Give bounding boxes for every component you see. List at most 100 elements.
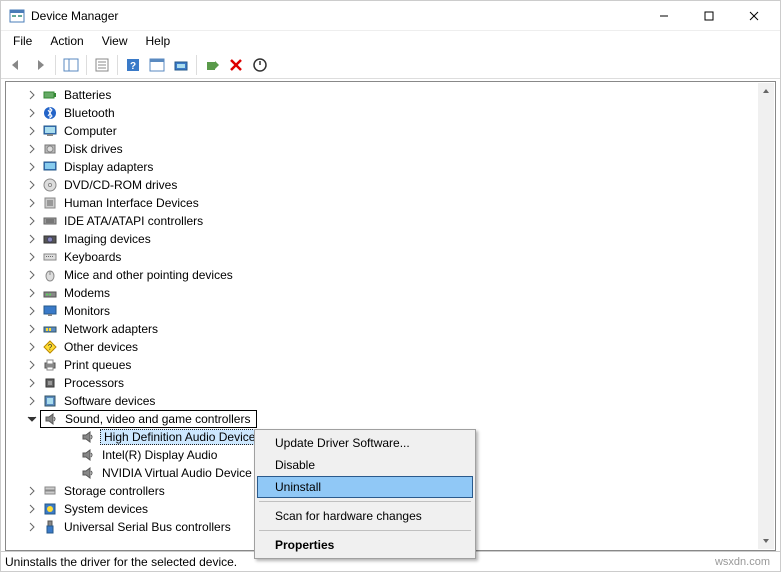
chevron-right-icon[interactable] xyxy=(26,251,38,263)
scan-hardware-button[interactable] xyxy=(170,54,192,76)
chevron-right-icon[interactable] xyxy=(26,125,38,137)
tree-item-label: Other devices xyxy=(62,340,140,354)
properties-button[interactable] xyxy=(91,54,113,76)
tree-item[interactable]: Network adapters xyxy=(6,320,775,338)
chevron-right-icon[interactable] xyxy=(26,377,38,389)
toolbar-separator xyxy=(117,55,118,75)
scrollbar[interactable] xyxy=(758,83,774,549)
tree-item[interactable]: Modems xyxy=(6,284,775,302)
close-button[interactable] xyxy=(731,2,776,30)
hid-icon xyxy=(42,195,58,211)
menu-action[interactable]: Action xyxy=(42,32,91,50)
update-driver-button[interactable] xyxy=(201,54,223,76)
chevron-right-icon[interactable] xyxy=(26,89,38,101)
tree-item[interactable]: IDE ATA/ATAPI controllers xyxy=(6,212,775,230)
scroll-down-button[interactable] xyxy=(758,533,774,549)
tree-item-label: Processors xyxy=(62,376,126,390)
tree-item-label: System devices xyxy=(62,502,150,516)
chevron-right-icon[interactable] xyxy=(26,395,38,407)
expand-placeholder xyxy=(64,449,76,461)
minimize-button[interactable] xyxy=(641,2,686,30)
menu-file[interactable]: File xyxy=(5,32,40,50)
chevron-right-icon[interactable] xyxy=(26,269,38,281)
tree-item-label: Keyboards xyxy=(62,250,123,264)
toolbar-separator xyxy=(86,55,87,75)
cm-uninstall[interactable]: Uninstall xyxy=(257,476,473,498)
cm-disable[interactable]: Disable xyxy=(257,454,473,476)
chevron-right-icon[interactable] xyxy=(26,359,38,371)
tree-item[interactable]: Software devices xyxy=(6,392,775,410)
chevron-right-icon[interactable] xyxy=(26,341,38,353)
mouse-icon xyxy=(42,267,58,283)
tree-item[interactable]: DVD/CD-ROM drives xyxy=(6,176,775,194)
action-toolbar-button[interactable] xyxy=(146,54,168,76)
chevron-right-icon[interactable] xyxy=(26,521,38,533)
scroll-up-button[interactable] xyxy=(758,83,774,99)
maximize-button[interactable] xyxy=(686,2,731,30)
tree-item-label: Display adapters xyxy=(62,160,155,174)
tree-item-label: Modems xyxy=(62,286,112,300)
scroll-thumb[interactable] xyxy=(758,99,774,533)
svg-text:?: ? xyxy=(48,343,53,352)
chevron-right-icon[interactable] xyxy=(26,485,38,497)
menubar: File Action View Help xyxy=(1,31,780,51)
chevron-right-icon[interactable] xyxy=(26,143,38,155)
tree-item-label: Human Interface Devices xyxy=(62,196,201,210)
cm-scan-hardware[interactable]: Scan for hardware changes xyxy=(257,505,473,527)
tree-item-label: Sound, video and game controllers xyxy=(63,412,252,426)
tree-item[interactable]: Display adapters xyxy=(6,158,775,176)
cpu-icon xyxy=(42,375,58,391)
chevron-right-icon[interactable] xyxy=(26,305,38,317)
menu-help[interactable]: Help xyxy=(138,32,179,50)
tree-item[interactable]: Batteries xyxy=(6,86,775,104)
toolbar-separator xyxy=(55,55,56,75)
back-button[interactable] xyxy=(5,54,27,76)
computer-icon xyxy=(42,123,58,139)
forward-button[interactable] xyxy=(29,54,51,76)
cm-properties[interactable]: Properties xyxy=(257,534,473,556)
tree-item-label: Print queues xyxy=(62,358,133,372)
tree-item[interactable]: Print queues xyxy=(6,356,775,374)
other-icon: ? xyxy=(42,339,58,355)
sound-icon xyxy=(43,411,59,427)
toolbar: ? xyxy=(1,51,780,79)
uninstall-button-toolbar[interactable] xyxy=(225,54,247,76)
print-icon xyxy=(42,357,58,373)
chevron-right-icon[interactable] xyxy=(26,107,38,119)
menu-view[interactable]: View xyxy=(94,32,136,50)
system-icon xyxy=(42,501,58,517)
software-icon xyxy=(42,393,58,409)
tree-item[interactable]: Monitors xyxy=(6,302,775,320)
tree-item[interactable]: Mice and other pointing devices xyxy=(6,266,775,284)
context-menu: Update Driver Software... Disable Uninst… xyxy=(254,429,476,559)
chevron-right-icon[interactable] xyxy=(26,179,38,191)
tree-item[interactable]: Human Interface Devices xyxy=(6,194,775,212)
tree-item[interactable]: Bluetooth xyxy=(6,104,775,122)
tree-item[interactable]: Imaging devices xyxy=(6,230,775,248)
tree-item[interactable]: ? Other devices xyxy=(6,338,775,356)
tree-item[interactable]: Disk drives xyxy=(6,140,775,158)
chevron-right-icon[interactable] xyxy=(26,287,38,299)
tree-item-label: Monitors xyxy=(62,304,112,318)
show-hide-tree-button[interactable] xyxy=(60,54,82,76)
chevron-right-icon[interactable] xyxy=(26,215,38,227)
chevron-down-icon[interactable] xyxy=(26,413,38,425)
tree-item-label: Mice and other pointing devices xyxy=(62,268,235,282)
chevron-right-icon[interactable] xyxy=(26,197,38,209)
help-button[interactable]: ? xyxy=(122,54,144,76)
chevron-right-icon[interactable] xyxy=(26,233,38,245)
tree-item[interactable]: Processors xyxy=(6,374,775,392)
chevron-right-icon[interactable] xyxy=(26,503,38,515)
tree-item[interactable]: Computer xyxy=(6,122,775,140)
tree-item[interactable]: Keyboards xyxy=(6,248,775,266)
chevron-right-icon[interactable] xyxy=(26,161,38,173)
sound-icon xyxy=(80,447,96,463)
imaging-icon xyxy=(42,231,58,247)
sound-icon xyxy=(80,429,96,445)
chevron-right-icon[interactable] xyxy=(26,323,38,335)
display-icon xyxy=(42,159,58,175)
cm-update-driver[interactable]: Update Driver Software... xyxy=(257,432,473,454)
keyboard-icon xyxy=(42,249,58,265)
tree-item[interactable]: Sound, video and game controllers xyxy=(6,410,775,428)
disable-button-toolbar[interactable] xyxy=(249,54,271,76)
